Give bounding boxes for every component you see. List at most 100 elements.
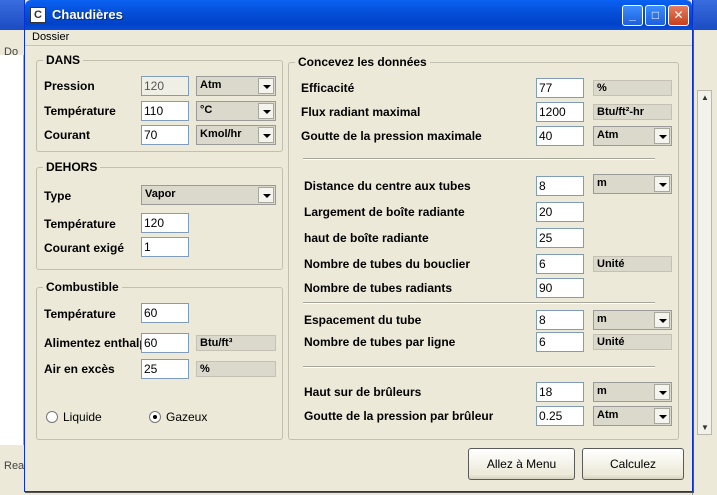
tubes-ligne-unit: Unité <box>593 334 672 350</box>
maximize-button[interactable]: □ <box>645 5 666 26</box>
label-tubes-bouclier: Nombre de tubes du bouclier <box>304 257 471 271</box>
enthalpie-unit: Btu/ft³ <box>196 335 276 351</box>
scroll-down-icon[interactable]: ▼ <box>700 423 710 432</box>
chevron-down-icon[interactable] <box>654 312 670 328</box>
background-text: Do <box>4 46 19 58</box>
menu-dossier[interactable]: Dossier <box>32 31 69 43</box>
label-haut-bruleurs: Haut sur de brûleurs <box>304 385 422 399</box>
label-type: Type <box>44 189 72 203</box>
label-courant-exige: Courant exigé <box>44 241 125 255</box>
label-efficacite: Efficacité <box>301 81 355 95</box>
select-type-value: Vapor <box>145 188 176 200</box>
input-courant-exige[interactable]: 1 <box>141 237 189 257</box>
select-haut-bruleurs-unit[interactable]: m <box>593 382 672 402</box>
label-espacement-tube: Espacement du tube <box>304 313 422 327</box>
input-tubes-radiants[interactable]: 90 <box>536 278 584 298</box>
label-pression: Pression <box>44 79 95 93</box>
select-distance-unit-value: m <box>597 177 607 189</box>
chevron-down-icon[interactable] <box>258 78 274 94</box>
input-pression[interactable]: 120 <box>141 76 189 96</box>
select-distance-unit[interactable]: m <box>593 174 672 194</box>
chevron-down-icon[interactable] <box>654 176 670 192</box>
radio-liquide[interactable] <box>46 411 58 423</box>
radio-gazeux[interactable] <box>149 411 161 423</box>
input-temperature-combustible[interactable]: 60 <box>141 303 189 323</box>
select-pression-unit[interactable]: Atm <box>196 76 276 96</box>
allez-menu-button[interactable]: Allez à Menu <box>468 448 575 480</box>
input-efficacite[interactable]: 77 <box>536 78 584 98</box>
minimize-button[interactable]: _ <box>622 5 643 26</box>
chevron-down-icon[interactable] <box>654 128 670 144</box>
input-enthalpie[interactable]: 60 <box>141 333 189 353</box>
separator <box>303 366 655 368</box>
input-distance-centre[interactable]: 8 <box>536 176 584 196</box>
chevron-down-icon[interactable] <box>258 127 274 143</box>
calculez-button[interactable]: Calculez <box>582 448 684 480</box>
separator <box>303 302 655 304</box>
select-espacement-unit-value: m <box>597 313 607 325</box>
group-dans: DANS Pression 120 Atm Température 110 °C… <box>36 53 283 152</box>
menubar: Dossier <box>25 30 692 46</box>
input-goutte-bruleur[interactable]: 0.25 <box>536 406 584 426</box>
select-courant-unit[interactable]: Kmol/hr <box>196 125 276 145</box>
air-unit: % <box>196 361 276 377</box>
background-status-text: Rea <box>4 460 25 472</box>
close-button[interactable]: ✕ <box>668 5 689 26</box>
input-temperature-dehors[interactable]: 120 <box>141 213 189 233</box>
input-goutte-pression[interactable]: 40 <box>536 126 584 146</box>
select-goutte-unit-value: Atm <box>597 129 619 141</box>
group-title-combustible: Combustible <box>43 280 122 294</box>
chevron-down-icon[interactable] <box>258 187 274 203</box>
separator <box>303 158 655 160</box>
titlebar[interactable]: C Chaudières _ □ ✕ <box>25 0 692 30</box>
label-temperature-dehors: Température <box>44 217 116 231</box>
label-courant-dans: Courant <box>44 128 90 142</box>
label-distance-centre: Distance du centre aux tubes <box>304 179 471 193</box>
group-title-dans: DANS <box>43 53 84 67</box>
chaudieres-dialog: C Chaudières _ □ ✕ Dossier DANS Pression… <box>24 0 693 492</box>
tubes-bouclier-unit: Unité <box>593 256 672 272</box>
group-combustible: Combustible Température 60 Alimentez ent… <box>36 280 283 440</box>
chevron-down-icon[interactable] <box>258 103 274 119</box>
efficacite-unit: % <box>593 80 672 96</box>
input-espacement-tube[interactable]: 8 <box>536 310 584 330</box>
input-haut-boite[interactable]: 25 <box>536 228 584 248</box>
label-temperature-combustible: Température <box>44 307 116 321</box>
select-temperature-unit[interactable]: °C <box>196 101 276 121</box>
input-largement-boite[interactable]: 20 <box>536 202 584 222</box>
label-largement-boite: Largement de boîte radiante <box>304 205 465 219</box>
input-flux-radiant[interactable]: 1200 <box>536 102 584 122</box>
input-tubes-bouclier[interactable]: 6 <box>536 254 584 274</box>
label-flux-radiant: Flux radiant maximal <box>301 105 421 119</box>
group-donnees: Concevez les données Efficacité 77 % Flu… <box>288 55 679 440</box>
background-scrollbar[interactable]: ▲ ▼ <box>697 90 712 435</box>
input-haut-bruleurs[interactable]: 18 <box>536 382 584 402</box>
label-gazeux: Gazeux <box>166 410 208 424</box>
select-pression-unit-value: Atm <box>200 79 222 91</box>
input-temperature-dans[interactable]: 110 <box>141 101 189 121</box>
app-icon[interactable]: C <box>30 7 46 23</box>
chevron-down-icon[interactable] <box>654 408 670 424</box>
scroll-up-icon[interactable]: ▲ <box>700 93 710 102</box>
label-air-exces: Air en excès <box>44 362 115 376</box>
label-enthalpie: Alimentez enthalpie <box>44 336 142 350</box>
select-goutte-bruleur-unit[interactable]: Atm <box>593 406 672 426</box>
label-goutte-pression: Goutte de la pression maximale <box>301 129 482 143</box>
input-air-exces[interactable]: 25 <box>141 359 189 379</box>
select-temperature-unit-value: °C <box>200 104 213 116</box>
group-dehors: DEHORS Type Vapor Température 120 Couran… <box>36 160 283 270</box>
label-liquide: Liquide <box>63 410 102 424</box>
select-haut-bruleurs-unit-value: m <box>597 385 607 397</box>
input-courant-dans[interactable]: 70 <box>141 125 189 145</box>
select-goutte-unit[interactable]: Atm <box>593 126 672 146</box>
background-left-panel <box>0 55 24 445</box>
group-title-donnees: Concevez les données <box>295 55 430 69</box>
select-goutte-bruleur-unit-value: Atm <box>597 409 619 421</box>
input-tubes-ligne[interactable]: 6 <box>536 332 584 352</box>
chevron-down-icon[interactable] <box>654 384 670 400</box>
select-type[interactable]: Vapor <box>141 185 276 205</box>
group-title-dehors: DEHORS <box>43 160 101 174</box>
label-goutte-bruleur: Goutte de la pression par brûleur <box>304 409 494 423</box>
window-title: Chaudières <box>52 7 123 22</box>
select-espacement-unit[interactable]: m <box>593 310 672 330</box>
